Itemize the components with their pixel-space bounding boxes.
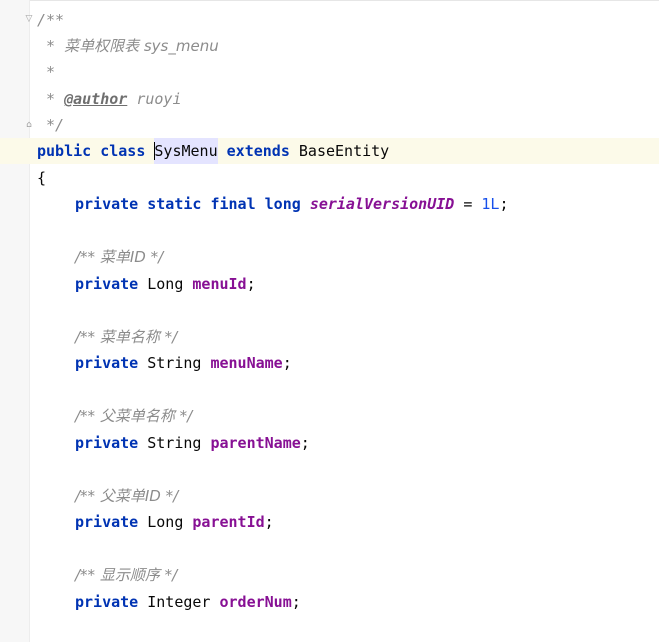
field-comment: /** 显示顺序 */ [75, 566, 178, 584]
code-line[interactable]: * @author ruoyi [30, 86, 659, 112]
class-name: SysMenu [154, 142, 218, 160]
field-name: menuName [210, 354, 283, 372]
code-editor[interactable]: ▽ ⌂ /** * 菜单权限表 sys_menu * * @author ruo… [0, 0, 659, 642]
code-line[interactable]: private String menuName; [30, 350, 659, 376]
keyword-long: long [264, 195, 301, 213]
code-line[interactable]: /** 菜单名称 */ [30, 324, 659, 350]
field-name: orderNum [219, 593, 292, 611]
field-type: String [147, 354, 202, 372]
field-comment: /** 菜单ID */ [75, 248, 164, 266]
code-line[interactable]: private static final long serialVersionU… [30, 191, 659, 217]
class-name-highlight[interactable]: SysMenu [154, 138, 218, 164]
code-line[interactable]: /** 父菜单ID */ [30, 483, 659, 509]
field-name: parentId [192, 513, 265, 531]
field-comment: /** 菜单名称 */ [75, 328, 178, 346]
keyword-final: final [210, 195, 256, 213]
semicolon: ; [291, 593, 301, 611]
serial-version-field: serialVersionUID [309, 195, 455, 213]
editor-top-border [0, 0, 659, 1]
code-line[interactable]: /** 菜单ID */ [30, 244, 659, 270]
javadoc-description: 菜单权限表 sys_menu [64, 37, 219, 55]
javadoc-author-tag: @author [64, 90, 128, 108]
keyword-private: private [75, 354, 139, 372]
keyword-class: class [100, 142, 146, 160]
semicolon: ; [300, 434, 310, 452]
code-line[interactable]: /** [30, 7, 659, 33]
assign-operator: = [454, 195, 482, 213]
semicolon: ; [282, 354, 292, 372]
keyword-private: private [75, 513, 139, 531]
javadoc-open: /** [37, 11, 65, 29]
javadoc-star: * [37, 37, 65, 55]
editor-gutter[interactable] [0, 0, 30, 642]
keyword-extends: extends [226, 142, 290, 160]
field-comment: /** 父菜单ID */ [75, 487, 179, 505]
field-type: String [147, 434, 202, 452]
javadoc-close: */ [37, 116, 65, 134]
field-comment: /** 父菜单名称 */ [75, 407, 193, 425]
code-line[interactable]: /** 显示顺序 */ [30, 562, 659, 588]
javadoc-blank: * [37, 63, 56, 81]
keyword-private: private [75, 593, 139, 611]
code-line[interactable]: private String parentName; [30, 430, 659, 456]
keyword-private: private [75, 275, 139, 293]
keyword-static: static [147, 195, 202, 213]
keyword-public: public [37, 142, 92, 160]
code-line[interactable]: * 菜单权限表 sys_menu [30, 33, 659, 59]
semicolon: ; [499, 195, 509, 213]
code-line[interactable]: */ [30, 112, 659, 138]
text-caret [154, 142, 156, 160]
field-name: menuId [192, 275, 247, 293]
javadoc-star: * [37, 90, 65, 108]
semicolon: ; [264, 513, 274, 531]
field-type: Long [147, 275, 184, 293]
semicolon: ; [246, 275, 256, 293]
code-line[interactable]: { [30, 165, 659, 191]
field-name: parentName [210, 434, 301, 452]
field-type: Long [147, 513, 184, 531]
current-line[interactable]: public class SysMenu extends BaseEntity [0, 138, 659, 164]
code-line[interactable]: private Long parentId; [30, 509, 659, 535]
serial-version-value: 1L [481, 195, 500, 213]
keyword-private: private [75, 434, 139, 452]
keyword-private: private [75, 195, 139, 213]
parent-class: BaseEntity [298, 142, 390, 160]
javadoc-author-name: ruoyi [127, 90, 182, 108]
code-line[interactable]: private Integer orderNum; [30, 589, 659, 615]
code-line[interactable]: private Long menuId; [30, 271, 659, 297]
code-line[interactable]: * [30, 59, 659, 85]
open-brace: { [37, 169, 47, 187]
code-line[interactable]: /** 父菜单名称 */ [30, 403, 659, 429]
field-type: Integer [147, 593, 211, 611]
